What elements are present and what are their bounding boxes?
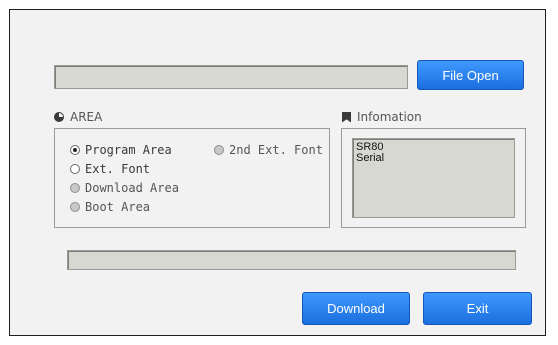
- info-line: Serial: [356, 152, 385, 164]
- progress-bar: [67, 250, 516, 270]
- radio-ext-font[interactable]: Ext. Font: [70, 162, 150, 176]
- radio-label: 2nd Ext. Font: [229, 143, 323, 157]
- radio-program-area[interactable]: Program Area: [70, 143, 172, 157]
- main-window: File Open AREA Program Area Ext. Font Do…: [9, 9, 546, 336]
- radio-label: Ext. Font: [85, 162, 151, 176]
- area-section-title: AREA: [54, 110, 102, 124]
- radio-button: [70, 202, 80, 212]
- radio-boot-area: Boot Area: [70, 200, 150, 214]
- info-section-title: Infomation: [342, 110, 422, 124]
- info-text: SR80 Serial: [353, 139, 514, 167]
- area-title: AREA: [70, 110, 103, 124]
- radio-label: Program Area: [85, 143, 172, 157]
- info-textbox: SR80 Serial: [352, 138, 515, 218]
- file-open-button[interactable]: File Open: [417, 60, 524, 90]
- radio-label: Boot Area: [85, 200, 151, 214]
- radio-label: Download Area: [85, 181, 179, 195]
- bookmark-icon: [342, 111, 351, 123]
- radio-2nd-ext-font: 2nd Ext. Font: [214, 143, 323, 157]
- radio-button[interactable]: [70, 145, 80, 155]
- radio-button: [70, 183, 80, 193]
- radio-download-area: Download Area: [70, 181, 179, 195]
- radio-button: [214, 145, 224, 155]
- exit-button[interactable]: Exit: [423, 292, 532, 325]
- pie-chart-icon: [54, 112, 64, 122]
- radio-button[interactable]: [70, 164, 80, 174]
- download-button[interactable]: Download: [302, 292, 410, 325]
- file-path-value: [55, 66, 407, 74]
- area-groupbox: Program Area Ext. Font Download Area Boo…: [54, 128, 330, 228]
- info-title: Infomation: [357, 110, 422, 124]
- info-groupbox: SR80 Serial: [341, 128, 526, 228]
- file-path-field[interactable]: [54, 65, 408, 89]
